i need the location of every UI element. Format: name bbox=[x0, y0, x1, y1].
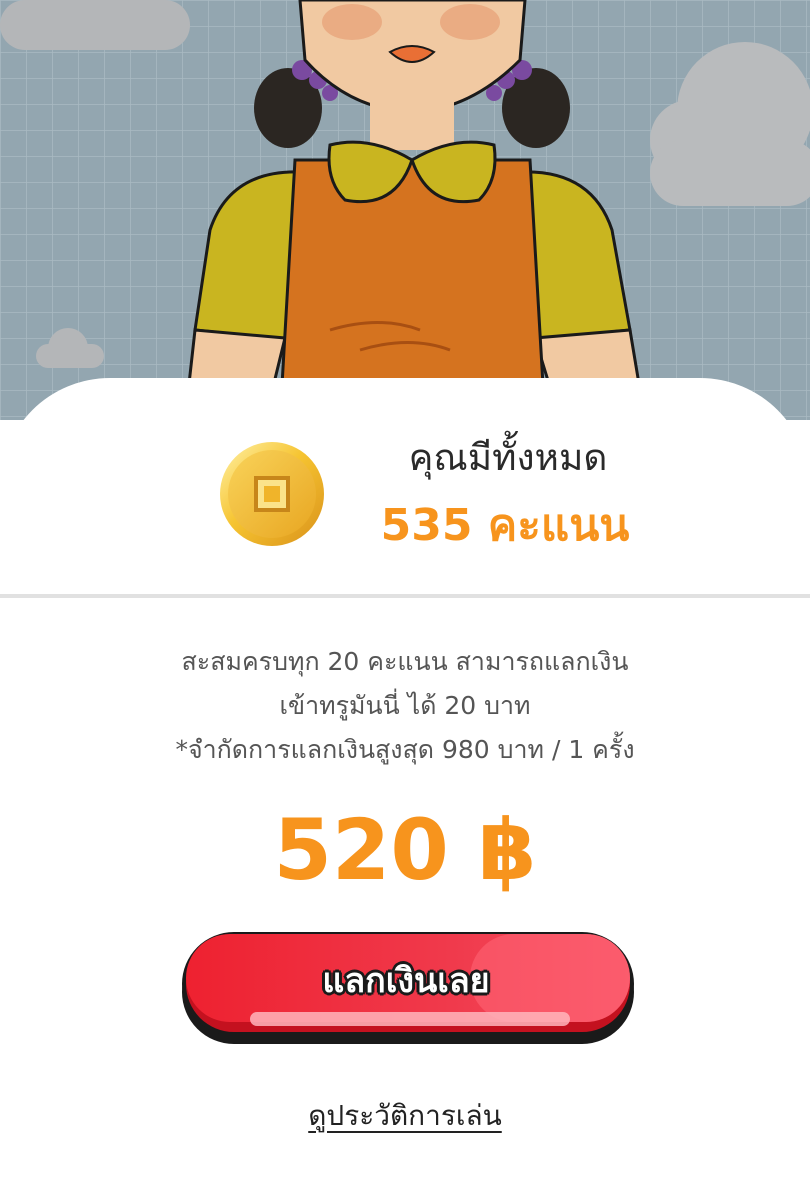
points-balance: 535 คะแนน bbox=[380, 500, 630, 551]
redeem-amount: 520 ฿ bbox=[273, 801, 537, 899]
hero-illustration bbox=[0, 0, 810, 420]
info-line-1: สะสมครบทุก 20 คะแนน สามารถแลกเงิน bbox=[181, 647, 629, 676]
redeem-button-label: แลกเงินเลย bbox=[322, 961, 490, 1001]
section-divider bbox=[0, 594, 810, 598]
play-history-link[interactable]: ดูประวัติการเล่น bbox=[255, 1094, 555, 1138]
redeem-button[interactable]: แลกเงินเลย bbox=[180, 930, 640, 1046]
info-line-3: *จำกัดการแลกเงินสูงสุด 980 บาท / 1 ครั้ง bbox=[175, 735, 635, 764]
gold-coin-icon bbox=[218, 440, 326, 548]
redeem-info: สะสมครบทุก 20 คะแนน สามารถแลกเงิน เข้าทร… bbox=[40, 640, 770, 772]
cloud-top-left bbox=[0, 0, 190, 50]
info-line-2: เข้าทรูมันนี่ ได้ 20 บาท bbox=[279, 691, 531, 720]
total-points-label: คุณมีทั้งหมด bbox=[408, 436, 608, 479]
